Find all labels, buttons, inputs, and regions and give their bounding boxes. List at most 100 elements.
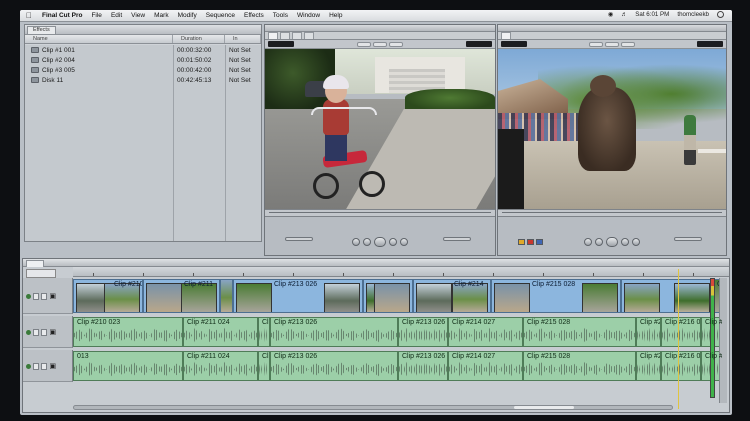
canvas-current-timecode[interactable] <box>697 41 723 47</box>
track-dest-v1[interactable] <box>33 292 40 300</box>
column-duration[interactable]: Duration <box>173 35 225 43</box>
previous-edit-button[interactable] <box>352 238 360 246</box>
canvas-video-frame[interactable] <box>498 49 726 209</box>
track-target-v1[interactable] <box>41 292 48 300</box>
next-edit-button[interactable] <box>632 238 640 246</box>
menu-mark[interactable]: Mark <box>154 12 168 19</box>
audio-clip[interactable]: Clip #214 027 <box>448 317 523 347</box>
timeline-vertical-scrollbar[interactable] <box>719 278 727 403</box>
canvas-duration-timecode[interactable] <box>501 41 527 47</box>
shuttle-control[interactable] <box>285 237 313 241</box>
browser-tab[interactable]: Effects <box>27 26 56 34</box>
viewer-tab-motion[interactable] <box>304 32 314 39</box>
menu-help[interactable]: Help <box>329 12 342 19</box>
play-button[interactable] <box>374 237 386 247</box>
video-clip[interactable]: Clip #214 <box>413 279 491 313</box>
play-around-button[interactable] <box>389 238 397 246</box>
play-around-button[interactable] <box>621 238 629 246</box>
timeline-current-timecode[interactable] <box>26 269 57 278</box>
timeline-horizontal-scrollbar[interactable] <box>73 405 673 410</box>
menu-clock[interactable]: Sat 6:01 PM <box>635 11 669 18</box>
timeline-playhead[interactable] <box>677 269 679 409</box>
zoom-popup[interactable] <box>589 41 603 47</box>
track-visibility-icon[interactable] <box>26 293 31 299</box>
apple-icon[interactable]:  <box>26 11 34 20</box>
audio-clip[interactable]: Clip #213 026 <box>398 317 448 347</box>
view-popup[interactable] <box>605 41 619 47</box>
menu-effects[interactable]: Effects <box>244 12 264 19</box>
audio-clip[interactable]: Clip #2 <box>636 351 661 381</box>
video-clip[interactable] <box>220 279 233 313</box>
jog-control[interactable] <box>674 237 702 241</box>
menu-tools[interactable]: Tools <box>273 12 288 19</box>
audio-clip[interactable]: Clip #2 <box>636 317 661 347</box>
track-target-a2[interactable] <box>41 362 48 370</box>
play-button[interactable] <box>606 237 618 247</box>
playhead-sync-popup[interactable] <box>389 41 403 47</box>
viewer-scrubber[interactable] <box>265 209 495 217</box>
list-item[interactable]: Clip #2 004 00:01:50:02 Not Set <box>25 55 261 65</box>
audio-track-a1[interactable]: Clip #210 023 Clip #211 024 Clip Clip #213 … <box>73 317 723 347</box>
audio-clip[interactable]: Clip #216 0 <box>661 351 701 381</box>
video-track-v1[interactable]: Clip #210 023 Clip #211 Clip #213 026 Clip … <box>73 279 723 313</box>
audio-clip[interactable]: Clip #211 024 <box>183 351 258 381</box>
audio-clip[interactable]: Clip #213 026 <box>398 351 448 381</box>
play-in-out-button[interactable] <box>595 238 603 246</box>
track-dest-a1[interactable] <box>33 328 40 336</box>
previous-edit-button[interactable] <box>584 238 592 246</box>
timeline-zoom-controls[interactable] <box>23 405 73 412</box>
video-clip[interactable] <box>621 279 713 313</box>
overlay-popup[interactable] <box>621 41 635 47</box>
lock-icon[interactable]: ▣ <box>49 328 56 336</box>
audio-clip[interactable]: Clip #215 028 <box>523 317 636 347</box>
video-clip[interactable]: Clip #213 026 <box>233 279 363 313</box>
timeline-sequence-tab[interactable] <box>26 260 44 267</box>
viewer-duration-timecode[interactable] <box>268 41 294 47</box>
video-clip[interactable]: Clip #210 023 <box>73 279 143 313</box>
spotlight-icon[interactable] <box>717 11 724 18</box>
menu-view[interactable]: View <box>131 12 145 19</box>
audio-track-a2[interactable]: 013 Clip #211 024 Clip Clip #213 026 Clip #2… <box>73 351 723 381</box>
audio-clip[interactable]: Clip <box>258 351 270 381</box>
menu-window[interactable]: Window <box>297 12 320 19</box>
view-popup[interactable] <box>373 41 387 47</box>
volume-icon[interactable]: ♬ <box>621 11 627 18</box>
list-item[interactable]: Clip #1 001 00:00:32:00 Not Set <box>25 45 261 55</box>
menu-edit[interactable]: Edit <box>111 12 122 19</box>
audio-clip[interactable]: Clip #211 024 <box>183 317 258 347</box>
audio-clip[interactable]: Clip #215 028 <box>523 351 636 381</box>
zoom-popup[interactable] <box>357 41 371 47</box>
menu-modify[interactable]: Modify <box>178 12 197 19</box>
list-item[interactable]: Disk 11 00:42:45:13 Not Set <box>25 75 261 85</box>
lock-icon[interactable]: ▣ <box>49 292 56 300</box>
column-in[interactable]: In <box>225 35 261 43</box>
column-name[interactable]: Name <box>25 35 173 43</box>
next-edit-button[interactable] <box>400 238 408 246</box>
menu-user[interactable]: thomcleekb <box>677 11 709 18</box>
viewer-tab-audio[interactable] <box>280 32 290 39</box>
audio-clip[interactable]: Clip #213 026 <box>270 351 398 381</box>
video-clip[interactable]: Clip #215 028 <box>491 279 621 313</box>
audio-clip[interactable]: Clip <box>258 317 270 347</box>
menu-app[interactable]: Final Cut Pro <box>42 12 82 19</box>
track-dest-a2[interactable] <box>33 362 40 370</box>
audio-clip[interactable]: 013 <box>73 351 183 381</box>
viewer-tab-filters[interactable] <box>292 32 302 39</box>
canvas-tab-sequence[interactable] <box>501 32 511 39</box>
wifi-icon[interactable]: ◉ <box>608 11 613 18</box>
video-clip[interactable]: Clip #211 <box>143 279 220 313</box>
track-audible-icon[interactable] <box>26 329 31 335</box>
canvas-scrubber[interactable] <box>498 209 726 217</box>
jog-control[interactable] <box>443 237 471 241</box>
viewer-current-timecode[interactable] <box>466 41 492 47</box>
audio-clip[interactable]: Clip #214 027 <box>448 351 523 381</box>
list-item[interactable]: Clip #3 005 00:00:42:00 Not Set <box>25 65 261 75</box>
audio-clip[interactable]: Clip #213 026 <box>270 317 398 347</box>
menu-file[interactable]: File <box>91 12 101 19</box>
video-clip[interactable] <box>363 279 413 313</box>
timeline-ruler[interactable] <box>73 267 729 277</box>
audio-clip[interactable]: Clip #216 0 <box>661 317 701 347</box>
viewer-video-frame[interactable] <box>265 49 495 209</box>
viewer-tab-video[interactable] <box>268 32 278 39</box>
play-in-out-button[interactable] <box>363 238 371 246</box>
